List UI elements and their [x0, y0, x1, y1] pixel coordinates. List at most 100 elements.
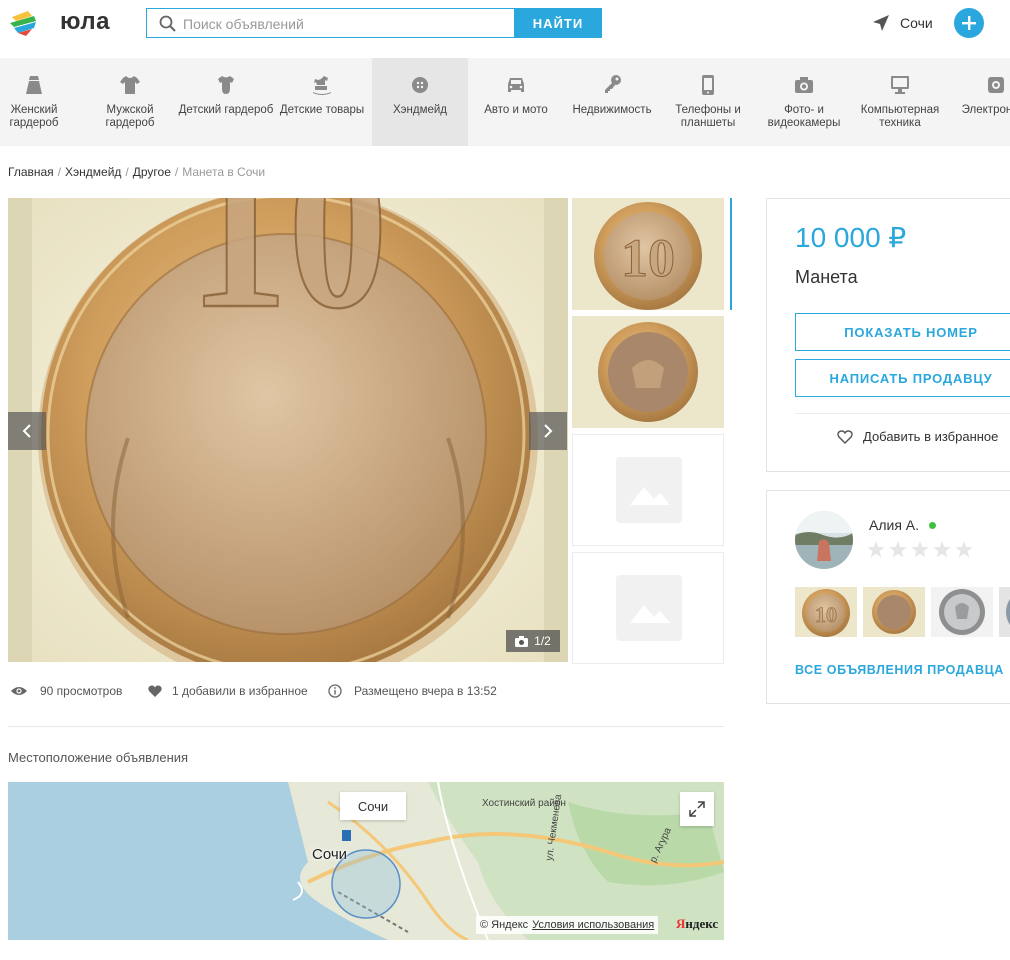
map-expand-button[interactable]	[680, 792, 714, 826]
car-icon	[508, 78, 524, 92]
category-item-11[interactable]: Электроника	[948, 58, 1010, 146]
search-button[interactable]: НАЙТИ	[514, 8, 602, 38]
views-stat: 90 просмотров	[10, 684, 122, 698]
main-photo[interactable]: 10	[8, 198, 568, 662]
seller-card: Алия А. 10 ВСЕ ОБЪЯВЛЕНИЯ ПРОДАВЦА	[766, 490, 1010, 704]
map-terms-link[interactable]: Условия использования	[532, 919, 654, 931]
category-item-10[interactable]: Компьютерная техника	[852, 58, 948, 146]
yula-logo-icon[interactable]	[8, 8, 42, 38]
search-box	[146, 8, 514, 38]
image-placeholder-icon	[616, 457, 682, 523]
location-title: Местоположение объявления	[8, 750, 189, 765]
thumbnail-placeholder-1	[572, 434, 724, 546]
category-item-1[interactable]: Женский гардероб	[0, 58, 82, 146]
brand-name[interactable]: юла	[60, 8, 110, 36]
coin-thumbnail-image: 10	[795, 587, 857, 637]
image-placeholder-icon	[616, 575, 682, 641]
category-label: Хэндмейд	[392, 104, 448, 116]
add-favorite-label: Добавить в избранное	[863, 429, 999, 444]
divider	[795, 413, 1010, 414]
expand-icon	[689, 801, 705, 817]
divider	[8, 726, 724, 727]
category-label: Электроника	[961, 104, 1010, 116]
seller-listing-thumbnail[interactable]	[931, 587, 993, 637]
heart-outline-icon	[837, 429, 853, 444]
city-selector[interactable]: Сочи	[872, 12, 933, 34]
category-item-3[interactable]: Детский гардероб	[178, 58, 274, 146]
location-map[interactable]: Сочи Сочи Хостинский район ул. Чекменева…	[8, 782, 724, 940]
views-count: 90 просмотров	[40, 684, 123, 698]
category-item-8[interactable]: Телефоны и планшеты	[660, 58, 756, 146]
next-photo-button[interactable]	[529, 412, 567, 450]
key-icon	[605, 75, 621, 93]
seller-listing-thumbnail[interactable]	[999, 587, 1010, 637]
seller-listing-thumbnail[interactable]	[863, 587, 925, 637]
category-label: Авто и мото	[484, 104, 548, 116]
skirt-icon	[26, 76, 42, 94]
add-favorite-button[interactable]: Добавить в избранное	[837, 429, 998, 444]
thumbnail-2[interactable]	[572, 316, 724, 428]
category-label: Детский гардероб	[178, 104, 274, 116]
all-seller-listings-link[interactable]: ВСЕ ОБЪЯВЛЕНИЯ ПРОДАВЦА	[795, 663, 1004, 677]
listing-price: 10 000 ₽	[795, 222, 907, 253]
prev-photo-button[interactable]	[8, 412, 46, 450]
button-icon	[412, 77, 428, 93]
avatar-image	[795, 511, 853, 569]
thumbnail-active-indicator	[730, 198, 732, 310]
coin-photo-image: 10	[8, 198, 568, 662]
yandex-logo: Яндекс	[676, 916, 718, 932]
breadcrumb-home[interactable]: Главная	[8, 165, 54, 179]
category-item-2[interactable]: Мужской гардероб	[82, 58, 178, 146]
tshirt-icon	[120, 76, 140, 94]
camera-icon	[515, 635, 529, 647]
category-label: Фото- и видеокамеры	[767, 104, 841, 129]
message-seller-button[interactable]: НАПИСАТЬ ПРОДАВЦУ	[795, 359, 1010, 397]
star-icon	[889, 541, 907, 563]
svg-text:10: 10	[815, 602, 837, 627]
yandex-logo-rest: ндекс	[685, 916, 719, 931]
online-indicator	[929, 521, 937, 529]
thumbnail-1[interactable]: 10	[572, 198, 724, 310]
category-label: Детские товары	[279, 104, 365, 116]
category-item-5[interactable]: Хэндмейд	[372, 58, 468, 146]
svg-text:10: 10	[188, 198, 388, 358]
chevron-right-icon	[544, 424, 553, 438]
search-input[interactable]	[183, 13, 503, 35]
camera-icon	[795, 77, 813, 93]
category-label: Мужской гардероб	[105, 104, 155, 129]
category-item-4[interactable]: Детские товары	[274, 58, 370, 146]
favorites-count: 1 добавили в избранное	[172, 684, 308, 698]
seller-name-row[interactable]: Алия А.	[869, 517, 937, 533]
show-number-button[interactable]: ПОКАЗАТЬ НОМЕР	[795, 313, 1010, 351]
breadcrumb-handmade[interactable]: Хэндмейд	[65, 165, 121, 179]
add-listing-button[interactable]	[954, 8, 984, 38]
map-city-name: Сочи	[312, 846, 348, 863]
coin-thumbnail-image	[999, 587, 1010, 637]
avatar[interactable]	[795, 511, 853, 569]
search-bar: НАЙТИ	[146, 8, 602, 38]
location-arrow-icon	[873, 15, 889, 31]
seller-rating	[867, 541, 973, 563]
star-icon	[867, 541, 885, 563]
star-icon	[911, 541, 929, 563]
star-icon	[955, 541, 973, 563]
listing-card: 10 000 ₽ Манета ПОКАЗАТЬ НОМЕР НАПИСАТЬ …	[766, 198, 1010, 472]
map-city-label: Сочи	[340, 792, 406, 820]
category-label: Недвижимость	[572, 104, 652, 116]
photo-counter: 1/2	[506, 630, 560, 652]
coin-thumbnail-image: 10	[572, 198, 724, 310]
seller-listing-thumbnail[interactable]: 10	[795, 587, 857, 637]
electronics-icon	[988, 77, 1004, 93]
category-item-9[interactable]: Фото- и видеокамеры	[756, 58, 852, 146]
breadcrumb-other[interactable]: Другое	[133, 165, 171, 179]
plus-icon	[962, 16, 976, 30]
map-copyright-text: © Яндекс	[480, 919, 529, 931]
category-item-7[interactable]: Недвижимость	[564, 58, 660, 146]
yandex-logo-first-letter: Я	[676, 916, 686, 931]
category-item-6[interactable]: Авто и мото	[468, 58, 564, 146]
silver-coin-thumbnail-image	[931, 587, 993, 637]
star-icon	[933, 541, 951, 563]
breadcrumb: Главная / Хэндмейд / Другое / Манета в Сочи	[8, 165, 266, 179]
category-label: Компьютерная техника	[860, 104, 940, 129]
phone-icon	[702, 75, 714, 95]
